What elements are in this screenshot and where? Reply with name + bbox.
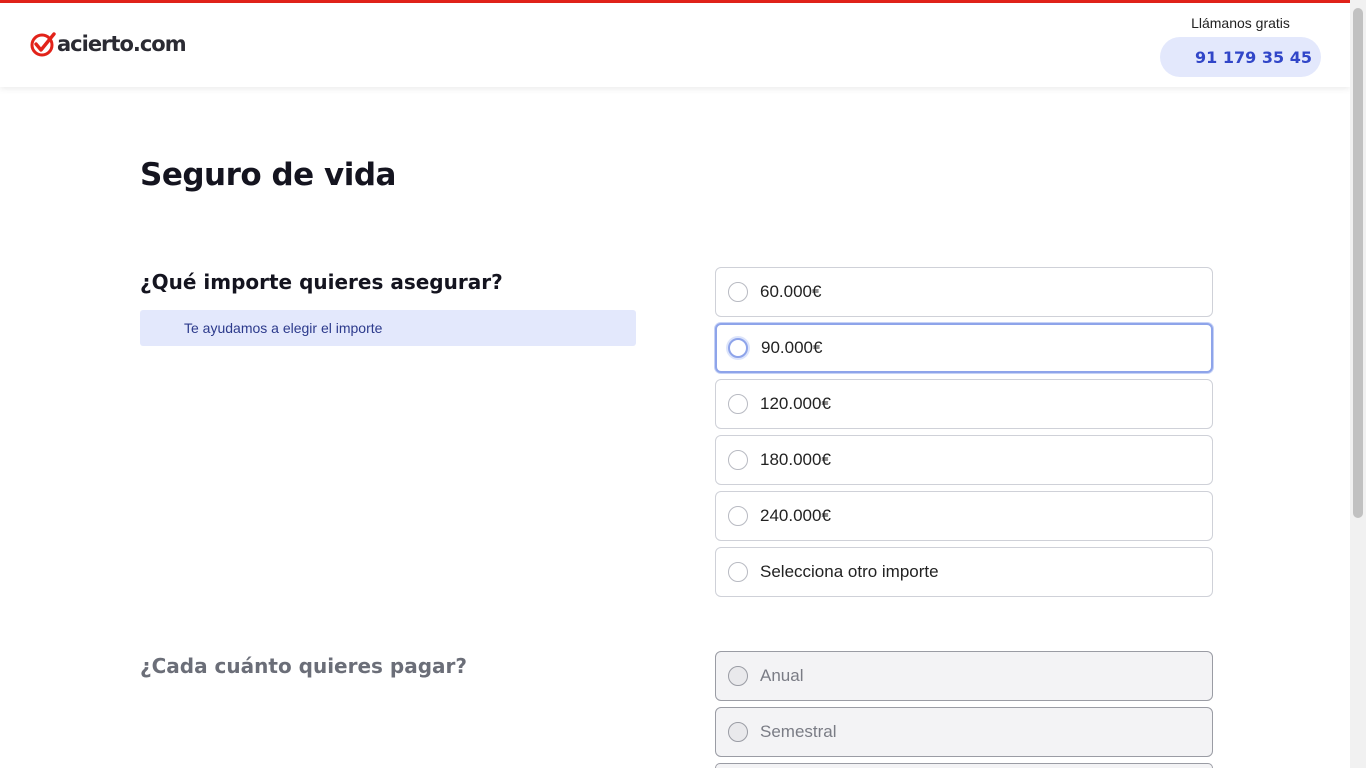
option-label: 180.000€ (760, 450, 831, 469)
radio-button[interactable] (728, 722, 748, 742)
option-label: Selecciona otro importe (760, 562, 939, 581)
frequency-option-anual[interactable]: Anual (715, 651, 1213, 701)
option-label: 90.000€ (761, 338, 823, 357)
amount-option-other[interactable]: Selecciona otro importe (715, 547, 1213, 597)
amount-option-60000[interactable]: 60.000€ (715, 267, 1213, 317)
amount-option-180000[interactable]: 180.000€ (715, 435, 1213, 485)
phone-number: 91 179 35 45 (1195, 47, 1312, 67)
option-label: 240.000€ (760, 506, 831, 525)
logo-text: acierto.com (57, 32, 187, 56)
amount-question-title: ¿Qué importe quieres asegurar? (140, 270, 503, 294)
radio-button[interactable] (728, 394, 748, 414)
radio-button[interactable] (728, 338, 748, 358)
frequency-option-semestral[interactable]: Semestral (715, 707, 1213, 757)
radio-button[interactable] (728, 666, 748, 686)
radio-button[interactable] (728, 282, 748, 302)
logo[interactable]: acierto.com (30, 31, 187, 57)
phone-button[interactable]: 91 179 35 45 (1160, 37, 1321, 77)
frequency-option-partial[interactable] (715, 763, 1213, 768)
amount-option-240000[interactable]: 240.000€ (715, 491, 1213, 541)
page-title: Seguro de vida (140, 157, 396, 193)
option-label: Anual (760, 666, 804, 685)
site-header: acierto.com Llámanos gratis 91 179 35 45 (0, 3, 1350, 87)
scrollbar[interactable] (1350, 0, 1366, 768)
amount-option-120000[interactable]: 120.000€ (715, 379, 1213, 429)
option-label: 60.000€ (760, 282, 822, 301)
frequency-question-title: ¿Cada cuánto quieres pagar? (140, 654, 468, 678)
radio-button[interactable] (728, 506, 748, 526)
logo-check-icon (30, 32, 56, 57)
scrollbar-thumb[interactable] (1353, 8, 1363, 518)
option-label: Semestral (760, 722, 837, 741)
option-label: 120.000€ (760, 394, 831, 413)
amount-help-link[interactable]: Te ayudamos a elegir el importe (140, 310, 636, 346)
call-label: Llámanos gratis (1191, 15, 1290, 31)
radio-button[interactable] (728, 450, 748, 470)
radio-button[interactable] (728, 562, 748, 582)
amount-option-90000[interactable]: 90.000€ (715, 323, 1213, 373)
